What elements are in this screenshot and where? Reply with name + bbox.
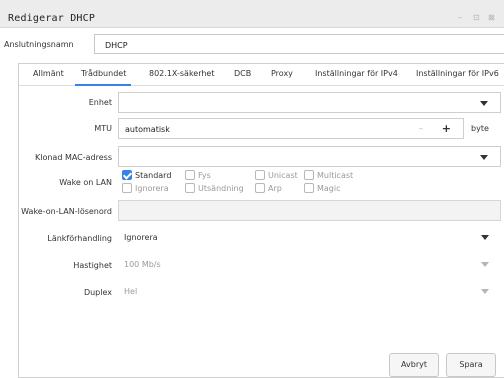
tab-ipv4-settings[interactable]: Inställningar för IPv4	[315, 69, 398, 78]
mtu-input[interactable]: automatisk – +	[118, 118, 464, 139]
chevron-down-icon	[480, 101, 488, 106]
connection-name-input[interactable]: DHCP	[94, 34, 504, 54]
speed-combobox[interactable]: 100 Mb/s	[118, 254, 501, 275]
speed-label: Hastighet	[73, 261, 112, 270]
window-titlebar: Redigerar DHCP – ⊡ ⊠	[0, 0, 504, 28]
settings-panel: Allmänt Trådbundet 802.1X-säkerhet DCB P…	[18, 63, 504, 378]
window-title: Redigerar DHCP	[8, 13, 96, 24]
maximize-icon[interactable]: ⊡	[473, 14, 480, 22]
chevron-down-icon	[481, 235, 489, 240]
tab-proxy[interactable]: Proxy	[271, 69, 293, 78]
duplex-combobox[interactable]: Hel	[118, 281, 501, 302]
mtu-label: MTU	[94, 124, 112, 133]
cloned-mac-label: Klonad MAC-adress	[34, 153, 112, 162]
mtu-unit-label: byte	[471, 124, 489, 133]
duplex-value: Hel	[124, 287, 138, 296]
mtu-value: automatisk	[125, 125, 170, 134]
tab-wired[interactable]: Trådbundet	[81, 69, 126, 78]
wol-broadcast-label: Utsändning	[198, 184, 244, 193]
wol-unicast-checkbox[interactable]	[255, 170, 265, 180]
link-negotiation-combobox[interactable]: Ignorera	[118, 227, 501, 248]
tab-bar: Allmänt Trådbundet 802.1X-säkerhet DCB P…	[19, 64, 504, 86]
wake-on-lan-label: Wake on LAN	[59, 178, 112, 187]
speed-value: 100 Mb/s	[124, 260, 161, 269]
wol-ignore-label: Ignorera	[135, 184, 169, 193]
cancel-button[interactable]: Avbryt	[389, 353, 439, 377]
close-icon[interactable]: ⊠	[488, 14, 495, 22]
tab-8021x-security[interactable]: 802.1X-säkerhet	[149, 69, 215, 78]
wol-phy-checkbox[interactable]	[185, 170, 195, 180]
cloned-mac-combobox[interactable]	[118, 146, 501, 167]
mtu-increment-button[interactable]: +	[442, 122, 451, 135]
wol-broadcast-checkbox[interactable]	[185, 183, 195, 193]
tab-ipv6-settings[interactable]: Inställningar för IPv6	[416, 69, 499, 78]
chevron-down-icon	[481, 289, 489, 294]
link-negotiation-value: Ignorera	[124, 233, 158, 242]
wol-password-label: Wake-on-LAN-lösenord	[21, 207, 112, 216]
chevron-down-icon	[481, 262, 489, 267]
wol-standard-label: Standard	[135, 171, 172, 180]
device-combobox[interactable]	[118, 92, 501, 113]
tab-general[interactable]: Allmänt	[33, 69, 64, 78]
minimize-icon[interactable]: –	[458, 14, 462, 22]
save-button[interactable]: Spara	[446, 353, 496, 377]
wol-password-input[interactable]	[118, 200, 501, 221]
active-tab-indicator	[75, 84, 131, 86]
wol-magic-label: Magic	[317, 184, 341, 193]
wol-multicast-label: Multicast	[317, 171, 354, 180]
wol-phy-label: Fys	[198, 171, 211, 180]
mtu-decrement-button[interactable]: –	[419, 124, 424, 134]
device-label: Enhet	[88, 98, 112, 107]
duplex-label: Duplex	[83, 288, 112, 297]
link-negotiation-label: Länkförhandling	[47, 234, 112, 243]
wol-unicast-label: Unicast	[268, 171, 298, 180]
wol-standard-checkbox[interactable]	[122, 170, 132, 180]
chevron-down-icon	[480, 155, 488, 160]
connection-name-row: Anslutningsnamn DHCP	[0, 32, 504, 56]
wol-magic-checkbox[interactable]	[304, 183, 314, 193]
tab-dcb[interactable]: DCB	[234, 69, 251, 78]
wol-arp-checkbox[interactable]	[255, 183, 265, 193]
wol-ignore-checkbox[interactable]	[122, 183, 132, 193]
connection-name-label: Anslutningsnamn	[4, 40, 74, 49]
connection-name-value: DHCP	[105, 41, 128, 50]
wol-multicast-checkbox[interactable]	[304, 170, 314, 180]
wol-arp-label: Arp	[268, 184, 282, 193]
